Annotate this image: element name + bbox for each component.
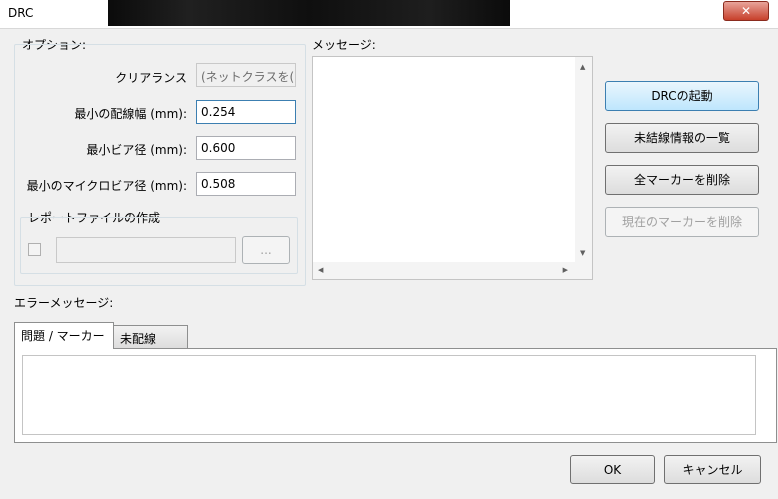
delete-current-marker-button[interactable]: 現在のマーカーを削除 bbox=[605, 207, 759, 237]
start-drc-button[interactable]: DRCの起動 bbox=[605, 81, 759, 111]
tab-unconnected[interactable]: 未配線 bbox=[113, 325, 188, 349]
min-track-width-label: 最小の配線幅 (mm): bbox=[74, 107, 187, 121]
tab-problems-markers[interactable]: 問題 / マーカー bbox=[14, 322, 114, 349]
window-title: DRC bbox=[8, 6, 34, 20]
delete-all-markers-button[interactable]: 全マーカーを削除 bbox=[605, 165, 759, 195]
min-track-width-field[interactable]: 0.254 bbox=[196, 100, 296, 124]
markers-list[interactable] bbox=[22, 355, 756, 435]
messages-box[interactable]: ▲ ▼ ◀ ▶ bbox=[312, 56, 593, 280]
close-button[interactable]: ✕ bbox=[723, 1, 769, 21]
report-file-checkbox[interactable] bbox=[28, 243, 41, 256]
list-unconnected-button[interactable]: 未結線情報の一覧 bbox=[605, 123, 759, 153]
messages-vertical-scrollbar[interactable]: ▲ ▼ bbox=[575, 57, 592, 279]
error-messages-label: エラーメッセージ: bbox=[14, 296, 114, 310]
browse-report-button[interactable]: ... bbox=[242, 236, 290, 264]
min-via-label: 最小ビア径 (mm): bbox=[86, 143, 187, 157]
scroll-left-icon[interactable]: ◀ bbox=[318, 266, 323, 274]
cancel-button[interactable]: キャンセル bbox=[664, 455, 761, 484]
min-microvia-label: 最小のマイクロビア径 (mm): bbox=[26, 179, 187, 193]
messages-label: メッセージ: bbox=[312, 38, 376, 52]
title-bar: DRC ✕ bbox=[0, 0, 778, 29]
drc-dialog: DRC ✕ オプション: クリアランス (ネットクラスを( 最小の配線幅 (mm… bbox=[0, 0, 778, 499]
min-via-field[interactable]: 0.600 bbox=[196, 136, 296, 160]
ok-button[interactable]: OK bbox=[570, 455, 655, 484]
scroll-right-icon[interactable]: ▶ bbox=[563, 266, 568, 274]
clearance-field[interactable]: (ネットクラスを( bbox=[196, 63, 296, 87]
scroll-up-icon[interactable]: ▲ bbox=[580, 63, 585, 71]
report-file-path-field[interactable] bbox=[56, 237, 236, 263]
background-window-strip bbox=[108, 0, 510, 26]
messages-horizontal-scrollbar[interactable]: ◀ ▶ bbox=[313, 262, 592, 279]
min-microvia-field[interactable]: 0.508 bbox=[196, 172, 296, 196]
scroll-down-icon[interactable]: ▼ bbox=[580, 249, 585, 257]
clearance-label: クリアランス bbox=[115, 71, 187, 85]
